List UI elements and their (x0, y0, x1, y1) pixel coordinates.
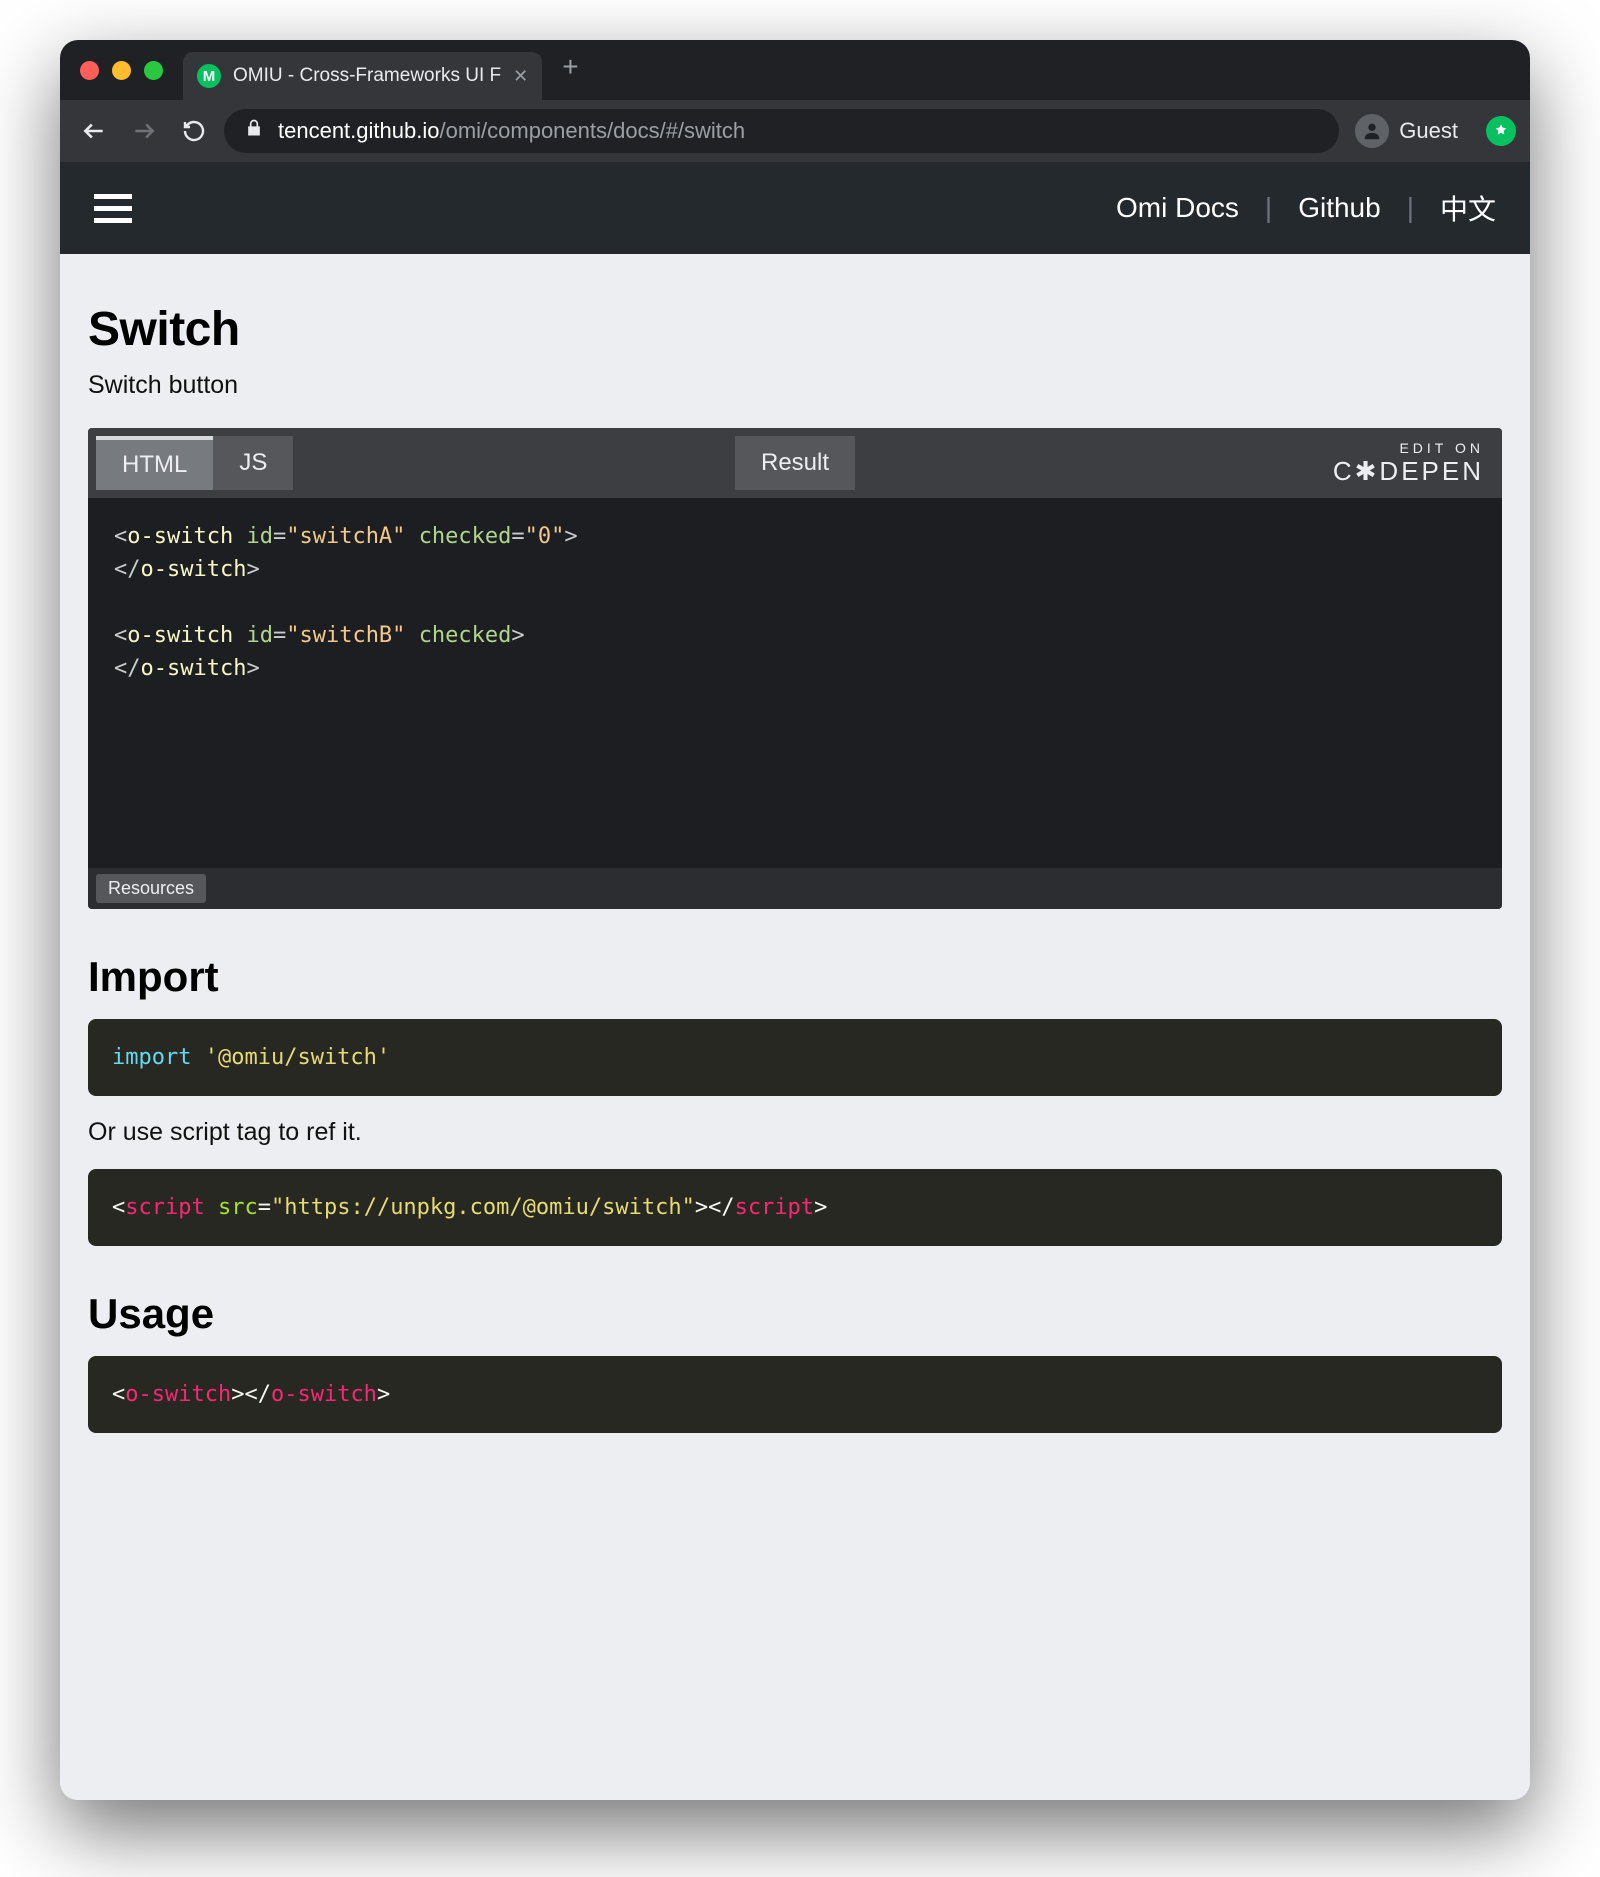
tab-close-icon[interactable]: ✕ (513, 66, 528, 87)
codepen-tab-js[interactable]: JS (213, 436, 293, 490)
codepen-logo: C✱DEPEN (1333, 456, 1484, 487)
app-header: Omi Docs | Github | 中文 (60, 162, 1530, 254)
profile-button[interactable]: Guest (1349, 110, 1464, 152)
tab-title: OMIU - Cross-Frameworks UI F (233, 65, 501, 87)
nav-link-chinese[interactable]: 中文 (1440, 188, 1496, 228)
codepen-edit-on-label: EDIT ON (1333, 440, 1484, 456)
window-close-button[interactable] (80, 61, 99, 80)
codepen-resources-button[interactable]: Resources (96, 874, 206, 903)
header-nav: Omi Docs | Github | 中文 (1116, 188, 1496, 228)
browser-toolbar: tencent.github.io/omi/components/docs/#/… (60, 100, 1530, 162)
codepen-embed: HTML JS Result EDIT ON C✱DEPEN <o-switch… (88, 428, 1502, 909)
page-content[interactable]: Switch Switch button HTML JS Result EDIT… (60, 254, 1530, 1800)
page-title: Switch (88, 302, 1502, 357)
page-subtitle: Switch button (88, 371, 1502, 400)
browser-tab[interactable]: M OMIU - Cross-Frameworks UI F ✕ (183, 52, 542, 100)
menu-button[interactable] (94, 194, 132, 223)
window-maximize-button[interactable] (144, 61, 163, 80)
tab-strip: M OMIU - Cross-Frameworks UI F ✕ + (60, 40, 1530, 100)
nav-link-github[interactable]: Github (1298, 192, 1381, 224)
reload-button[interactable] (174, 111, 214, 151)
codepen-code-body: <o-switch id="switchA" checked="0"></o-s… (88, 498, 1502, 868)
codepen-footer: Resources (88, 868, 1502, 909)
codepen-tabs: HTML JS Result EDIT ON C✱DEPEN (88, 428, 1502, 498)
window-minimize-button[interactable] (112, 61, 131, 80)
browser-window: M OMIU - Cross-Frameworks UI F ✕ + tence… (60, 40, 1530, 1800)
extension-icon[interactable] (1486, 116, 1516, 146)
nav-separator: | (1265, 192, 1272, 224)
script-codeblock: <script src="https://unpkg.com/@omiu/swi… (88, 1169, 1502, 1246)
window-controls (80, 61, 163, 80)
codepen-tab-result[interactable]: Result (735, 436, 855, 490)
nav-link-omidocs[interactable]: Omi Docs (1116, 192, 1239, 224)
forward-button[interactable] (124, 111, 164, 151)
codepen-tab-html[interactable]: HTML (96, 436, 213, 490)
import-codeblock: import '@omiu/switch' (88, 1019, 1502, 1096)
codepen-edit-link[interactable]: EDIT ON C✱DEPEN (1333, 440, 1502, 487)
guest-label: Guest (1399, 118, 1458, 144)
back-button[interactable] (74, 111, 114, 151)
lock-icon (244, 118, 264, 144)
nav-separator: | (1407, 192, 1414, 224)
avatar-icon (1355, 114, 1389, 148)
usage-codeblock: <o-switch></o-switch> (88, 1356, 1502, 1433)
or-use-note: Or use script tag to ref it. (88, 1118, 1502, 1147)
section-heading-usage: Usage (88, 1290, 1502, 1338)
tab-favicon: M (197, 64, 221, 88)
url-text: tencent.github.io/omi/components/docs/#/… (278, 118, 745, 144)
section-heading-import: Import (88, 953, 1502, 1001)
new-tab-button[interactable]: + (542, 51, 598, 89)
address-bar[interactable]: tencent.github.io/omi/components/docs/#/… (224, 109, 1339, 153)
